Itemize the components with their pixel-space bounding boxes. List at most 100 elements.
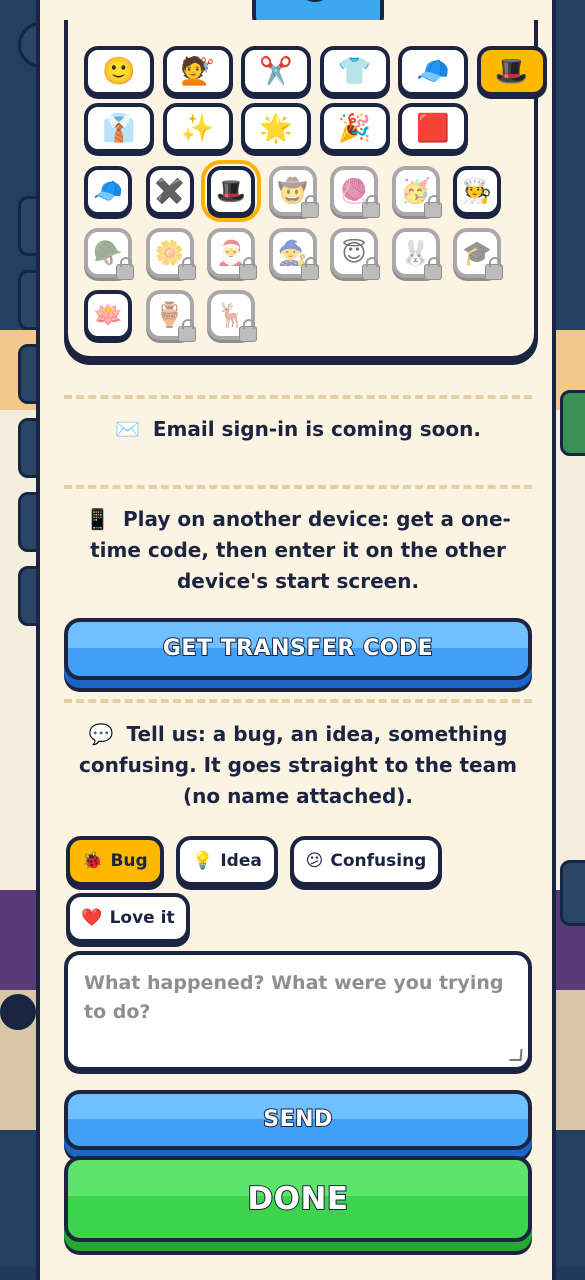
- cosmetic-tile-shirt[interactable]: 👕: [319, 46, 390, 96]
- halo-face-icon: 😇: [341, 239, 367, 267]
- chip-label: Love it: [109, 908, 175, 928]
- chef-icon: 🧑‍🍳: [462, 177, 492, 205]
- cosmetic-tile-deer[interactable]: 🦌: [207, 290, 257, 342]
- resize-handle-icon[interactable]: [509, 1049, 523, 1061]
- lock-icon: [177, 257, 196, 280]
- lock-icon: [116, 257, 134, 280]
- cosmetic-tile-witch[interactable]: 🧙: [268, 228, 319, 280]
- lock-icon: [362, 195, 380, 218]
- envelope-icon: ✉️: [115, 417, 140, 441]
- lock-icon: [239, 257, 257, 280]
- cosmetic-tile-flower[interactable]: 🌼: [145, 228, 196, 280]
- red-square-icon: 🟥: [416, 112, 450, 144]
- vase-icon: 🏺: [154, 301, 185, 329]
- military-helmet-icon: 🪖: [93, 239, 123, 267]
- background-shelf: [560, 390, 585, 456]
- cosmetic-tile-halo-face[interactable]: 😇: [330, 228, 380, 280]
- done-button[interactable]: DONE: [64, 1156, 532, 1242]
- chip-emoji-icon: ❤️: [81, 908, 103, 928]
- cosmetic-tile-suit[interactable]: 👔: [84, 103, 154, 153]
- section-divider: [64, 699, 532, 703]
- cowboy-face-icon: 🤠: [277, 177, 308, 205]
- suit-icon: 👔: [102, 112, 136, 144]
- chip-confusing[interactable]: 😕 Confusing: [290, 836, 442, 886]
- feedback-info: 💬 Tell us: a bug, an idea, something con…: [64, 719, 532, 812]
- lock-icon: [362, 257, 380, 280]
- transfer-info-text: Play on another device: get a one-time c…: [90, 507, 511, 593]
- cosmetic-tile-party-popper[interactable]: 🎉: [319, 103, 390, 153]
- none-x-icon: ✖️: [154, 177, 185, 205]
- chip-bug[interactable]: 🐞 Bug: [66, 836, 164, 886]
- lock-icon: [423, 195, 442, 218]
- cosmetic-tile-party-face[interactable]: 🥳: [391, 166, 442, 218]
- cosmetic-tile-santa[interactable]: 🎅: [207, 228, 257, 280]
- section-divider: [64, 485, 532, 489]
- cosmetic-tile-military-helmet[interactable]: 🪖: [84, 228, 134, 280]
- chip-label: Bug: [110, 851, 148, 871]
- haircut-icon: 💇: [180, 55, 215, 87]
- feedback-info-text: Tell us: a bug, an idea, something confu…: [79, 722, 517, 808]
- cosmetic-tile-graduation-cap[interactable]: 🎓: [453, 228, 503, 280]
- cosmetic-tile-cowboy-face[interactable]: 🤠: [268, 166, 319, 218]
- lock-icon: [239, 319, 257, 342]
- chip-love-it[interactable]: ❤️ Love it: [66, 893, 190, 943]
- chip-emoji-icon: 🐞: [82, 851, 104, 871]
- cosmetic-tile-top-hat[interactable]: 🎩: [201, 160, 261, 222]
- deer-icon: 🦌: [216, 301, 246, 329]
- scissors-icon: ✂️: [259, 55, 293, 87]
- section-divider: [64, 395, 532, 399]
- chip-emoji-icon: 😕: [305, 851, 324, 871]
- cosmetic-tile-none-x[interactable]: ✖️: [145, 166, 194, 216]
- send-button[interactable]: SEND: [64, 1090, 532, 1150]
- flower-icon: 🌼: [154, 239, 185, 267]
- top-hat-icon: 🎩: [494, 55, 529, 87]
- lock-icon: [423, 257, 442, 280]
- cosmetic-tile-yarn[interactable]: 🧶: [330, 166, 380, 218]
- yarn-icon: 🧶: [339, 177, 369, 205]
- sparkles-icon: ✨: [180, 112, 215, 144]
- cosmetic-tile-red-square[interactable]: 🟥: [398, 103, 468, 153]
- get-transfer-code-button[interactable]: GET TRANSFER CODE: [64, 618, 532, 680]
- cosmetic-tile-lotus[interactable]: 🪷: [84, 290, 132, 340]
- cosmetic-tile-face[interactable]: 🙂: [84, 46, 154, 96]
- party-popper-icon: 🎉: [337, 112, 372, 144]
- lock-icon: [177, 319, 196, 342]
- email-notice-text: Email sign-in is coming soon.: [152, 417, 481, 441]
- shirt-icon: 👕: [337, 55, 372, 87]
- cosmetic-tile-rabbit[interactable]: 🐰: [391, 228, 442, 280]
- cap-icon: 🧢: [93, 177, 123, 205]
- transfer-info: 📱 Play on another device: get a one-time…: [64, 504, 532, 597]
- speech-bubble-icon: 💬: [88, 722, 114, 746]
- feedback-input[interactable]: What happened? What were you trying to d…: [64, 951, 532, 1071]
- feedback-input-placeholder: What happened? What were you trying to d…: [84, 972, 504, 1023]
- cosmetic-tile-cap[interactable]: 🧢: [398, 46, 468, 96]
- face-icon: 🙂: [102, 55, 136, 87]
- cosmetic-tile-top-hat[interactable]: 🎩: [476, 46, 547, 96]
- cosmetic-tile-vase[interactable]: 🏺: [145, 290, 196, 342]
- cap-icon: 🧢: [416, 55, 450, 87]
- phone-icon: 📱: [85, 507, 111, 531]
- lock-icon: [485, 257, 503, 280]
- background-shelf: [560, 860, 585, 926]
- rabbit-icon: 🐰: [400, 239, 431, 267]
- chip-emoji-icon: 💡: [192, 851, 214, 871]
- cosmetic-tile-star[interactable]: 🌟: [241, 103, 311, 153]
- star-icon: 🌟: [259, 112, 293, 144]
- cosmetic-tile-sparkles[interactable]: ✨: [162, 103, 233, 153]
- witch-icon: 🧙: [277, 239, 308, 267]
- lock-icon: [300, 195, 319, 218]
- lock-icon: [300, 257, 319, 280]
- cosmetic-tile-chef[interactable]: 🧑‍🍳: [453, 166, 501, 216]
- santa-icon: 🎅: [216, 239, 246, 267]
- chip-label: Idea: [220, 851, 262, 871]
- cosmetic-tile-scissors[interactable]: ✂️: [241, 46, 311, 96]
- party-face-icon: 🥳: [400, 177, 431, 205]
- background-object: [0, 994, 36, 1030]
- cosmetic-tile-haircut[interactable]: 💇: [162, 46, 233, 96]
- graduation-cap-icon: 🎓: [462, 239, 492, 267]
- email-notice: ✉️ Email sign-in is coming soon.: [64, 414, 532, 445]
- top-hat-icon: 🎩: [216, 177, 246, 205]
- cosmetic-tile-cap[interactable]: 🧢: [84, 166, 132, 216]
- chip-idea[interactable]: 💡 Idea: [176, 836, 278, 886]
- lotus-icon: 🪷: [93, 301, 123, 329]
